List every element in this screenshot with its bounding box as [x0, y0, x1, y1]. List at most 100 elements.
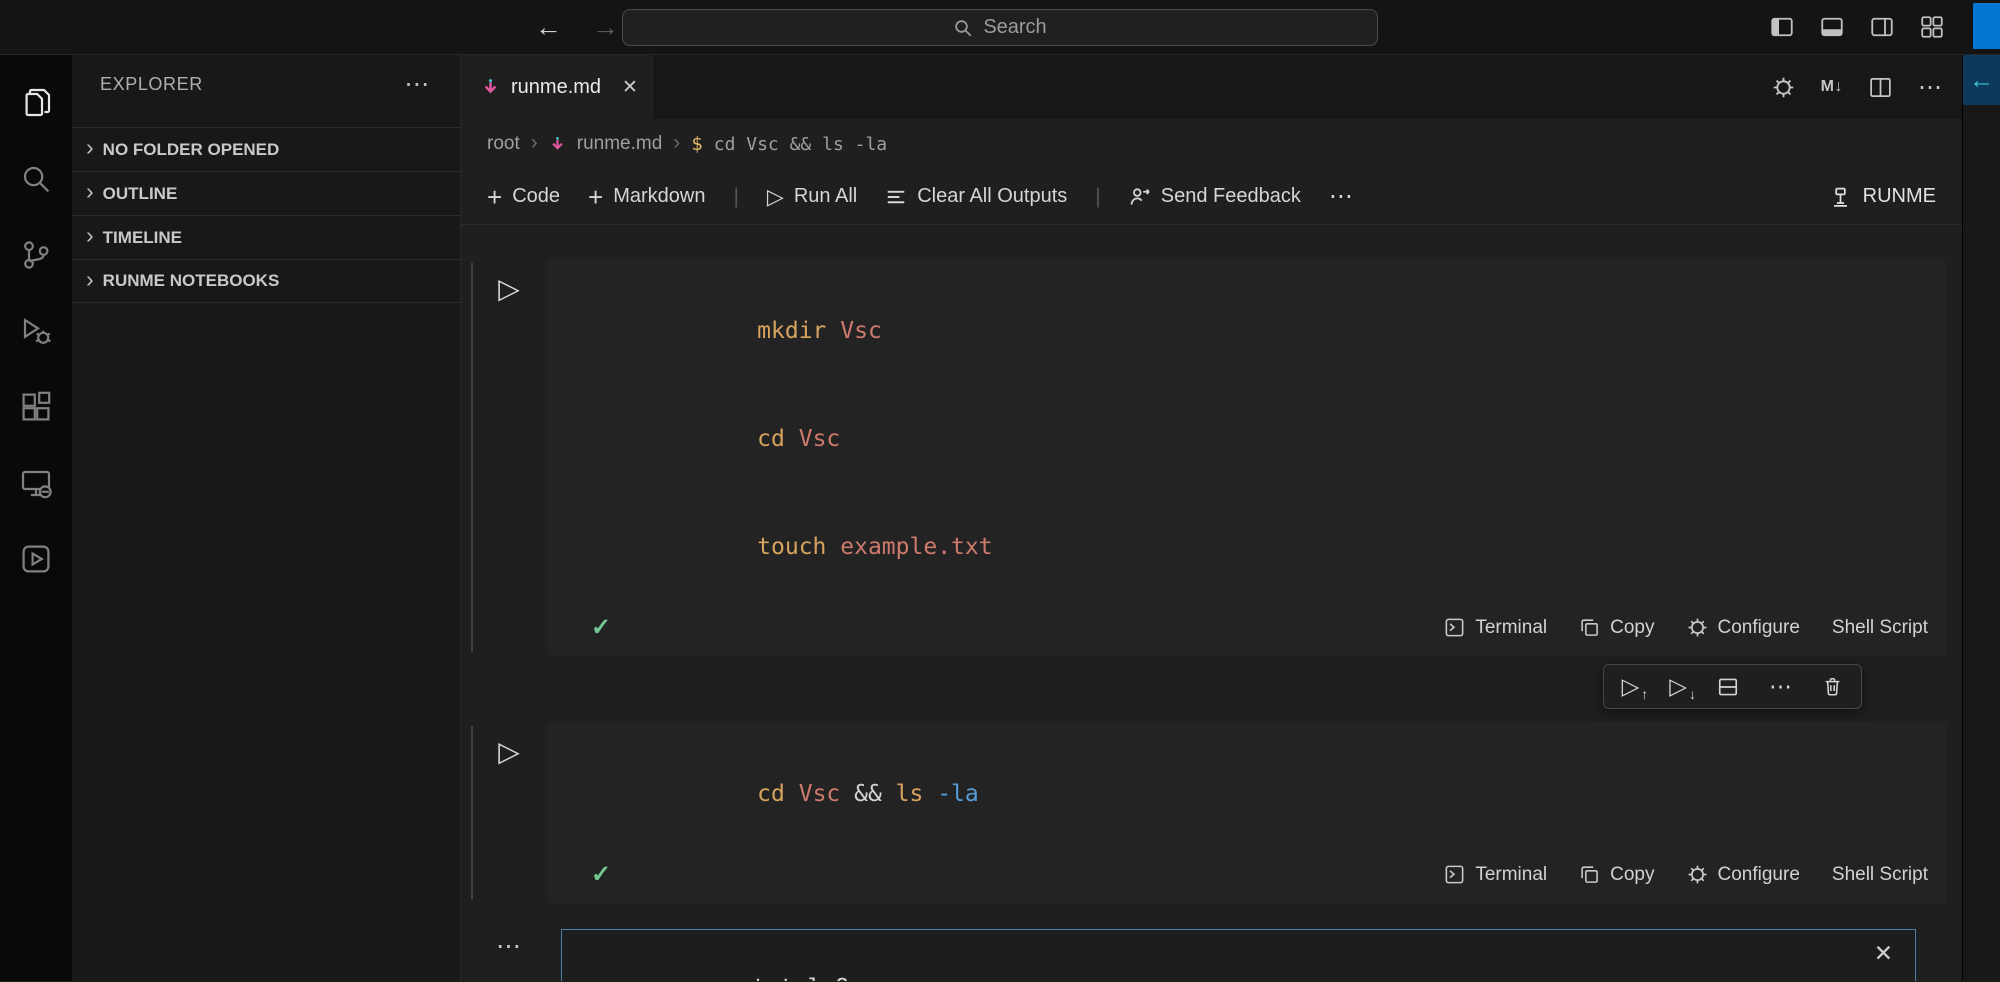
section-timeline[interactable]: › TIMELINE: [72, 215, 460, 259]
clear-all-outputs-button[interactable]: Clear All Outputs: [885, 185, 1067, 208]
code-token: ls: [896, 781, 938, 807]
configure-button[interactable]: Configure: [1687, 864, 1800, 886]
runme-logo-icon: [1829, 185, 1852, 208]
tab-bar: runme.md ✕ M↓ ⋯: [461, 55, 1962, 119]
section-label: RUNME NOTEBOOKS: [103, 271, 280, 291]
sidebar-more-button[interactable]: ⋯: [404, 69, 430, 99]
editor-group-back-button[interactable]: ←: [1963, 55, 2000, 105]
toolbar-separator: |: [1095, 185, 1100, 209]
success-check-icon: ✓: [591, 613, 611, 642]
window-accent-badge: [1973, 3, 2000, 49]
runme-brand[interactable]: RUNME: [1829, 185, 1936, 208]
toolbar-more-button[interactable]: ⋯: [1329, 182, 1353, 211]
clear-all-icon: [885, 186, 907, 208]
activity-run-debug[interactable]: [0, 293, 72, 369]
gear-icon: [1687, 617, 1708, 638]
open-markdown-preview-button[interactable]: M↓: [1821, 78, 1843, 96]
breadcrumb-file[interactable]: runme.md: [577, 133, 663, 155]
code-token: Vsc: [840, 318, 882, 344]
copy-button[interactable]: Copy: [1579, 617, 1654, 639]
editor-more-actions-button[interactable]: ⋯: [1918, 73, 1942, 102]
cell-editor[interactable]: mkdir Vsc cd Vsc touch example.txt ✓: [547, 259, 1946, 656]
code-token: cd: [757, 781, 799, 807]
configure-button[interactable]: Configure: [1687, 617, 1800, 639]
tab-close-button[interactable]: ✕: [622, 76, 638, 99]
terminal-button[interactable]: Terminal: [1444, 864, 1547, 886]
command-search-input[interactable]: Search: [622, 9, 1378, 46]
breadcrumb: root › runme.md › $ cd Vsc && ls -la: [461, 119, 1962, 169]
output-more-button[interactable]: ⋯: [496, 931, 522, 961]
notebook-toolbar: + Code + Markdown | ▷ Run All Clear All …: [461, 169, 1962, 225]
code-line: cd Vsc: [591, 385, 1928, 493]
chevron-right-icon: ›: [673, 131, 680, 155]
split-editor-icon[interactable]: [1869, 76, 1892, 99]
cell-language-button[interactable]: Shell Script: [1832, 864, 1928, 886]
cell-language-button[interactable]: Shell Script: [1832, 617, 1928, 639]
split-cell-icon[interactable]: [1717, 676, 1739, 698]
toggle-secondary-sidebar-icon[interactable]: [1870, 15, 1894, 39]
code-line: touch example.txt: [591, 493, 1928, 601]
run-cell-button[interactable]: ▷: [498, 738, 520, 766]
search-placeholder: Search: [983, 16, 1046, 39]
send-feedback-button[interactable]: Send Feedback: [1129, 185, 1301, 208]
plus-icon: +: [487, 184, 502, 210]
add-code-cell-button[interactable]: + Code: [487, 184, 560, 210]
notebook-settings-gear-icon[interactable]: [1772, 76, 1795, 99]
section-no-folder-opened[interactable]: › NO FOLDER OPENED: [72, 127, 460, 171]
chevron-right-icon: ›: [86, 134, 94, 161]
activity-remote-explorer[interactable]: [0, 445, 72, 521]
execute-below-button[interactable]: ▷↓: [1669, 675, 1687, 698]
tab-runme-md[interactable]: runme.md ✕: [461, 55, 655, 119]
search-icon: [20, 163, 52, 195]
activity-runme-notebooks[interactable]: [0, 521, 72, 597]
breadcrumb-root[interactable]: root: [487, 133, 520, 155]
customize-layout-icon[interactable]: [1920, 15, 1944, 39]
output-close-button[interactable]: ✕: [1874, 940, 1893, 967]
secondary-editor-rail: ←: [1962, 55, 2000, 981]
terminal-output: ✕ total 8 drwxr-xr-x 2 root root 4096 Oc…: [561, 929, 1916, 981]
activity-extensions[interactable]: [0, 369, 72, 445]
run-all-button[interactable]: ▷ Run All: [767, 184, 857, 210]
runme-panel-icon: [20, 543, 52, 575]
cell-editor[interactable]: cd Vsc && ls -la ✓ Terminal: [547, 722, 1946, 903]
add-markdown-cell-button[interactable]: + Markdown: [588, 184, 705, 210]
chevron-right-icon: ›: [86, 178, 94, 205]
chevron-right-icon: ›: [86, 222, 94, 249]
activity-explorer[interactable]: [0, 65, 72, 141]
extensions-icon: [20, 391, 52, 423]
section-outline[interactable]: › OUTLINE: [72, 171, 460, 215]
execute-above-button[interactable]: ▷↑: [1622, 675, 1640, 698]
output-token: total 8: [752, 975, 849, 981]
search-icon: [953, 18, 973, 38]
toggle-panel-icon[interactable]: [1820, 15, 1844, 39]
section-runme-notebooks[interactable]: › RUNME NOTEBOOKS: [72, 259, 460, 303]
code-token: &&: [854, 781, 896, 807]
explorer-sidebar: EXPLORER ⋯ › NO FOLDER OPENED › OUTLINE …: [72, 55, 461, 981]
section-label: OUTLINE: [103, 184, 178, 204]
history-back-button[interactable]: ←: [535, 12, 562, 43]
terminal-button[interactable]: Terminal: [1444, 617, 1547, 639]
toggle-primary-sidebar-icon[interactable]: [1770, 15, 1794, 39]
delete-cell-icon[interactable]: [1822, 676, 1843, 697]
left-arrow-icon: ←: [1969, 66, 1994, 95]
run-icon: ▷: [767, 184, 784, 210]
activity-source-control[interactable]: [0, 217, 72, 293]
run-cell-button[interactable]: ▷: [498, 275, 520, 303]
terminal-icon: [1444, 864, 1465, 885]
copy-icon: [1579, 864, 1600, 885]
runme-file-icon: [481, 78, 500, 97]
source-control-icon: [20, 239, 52, 271]
output-line: total 8: [586, 946, 1891, 981]
cell-more-actions-button[interactable]: ⋯: [1769, 675, 1792, 698]
remote-explorer-icon: [20, 467, 52, 499]
history-forward-button[interactable]: →: [592, 12, 619, 43]
code-line: cd Vsc && ls -la: [591, 740, 1928, 848]
code-cell-1: ▷ mkdir Vsc cd Vsc touch example.txt ✓: [471, 259, 1946, 656]
run-and-debug-icon: [20, 315, 52, 347]
notebook-cells: ▷ mkdir Vsc cd Vsc touch example.txt ✓: [461, 225, 1962, 981]
activity-search[interactable]: [0, 141, 72, 217]
copy-button[interactable]: Copy: [1579, 864, 1654, 886]
explorer-icon: [20, 87, 52, 119]
code-line: mkdir Vsc: [591, 277, 1928, 385]
breadcrumb-command[interactable]: cd Vsc && ls -la: [714, 134, 887, 155]
